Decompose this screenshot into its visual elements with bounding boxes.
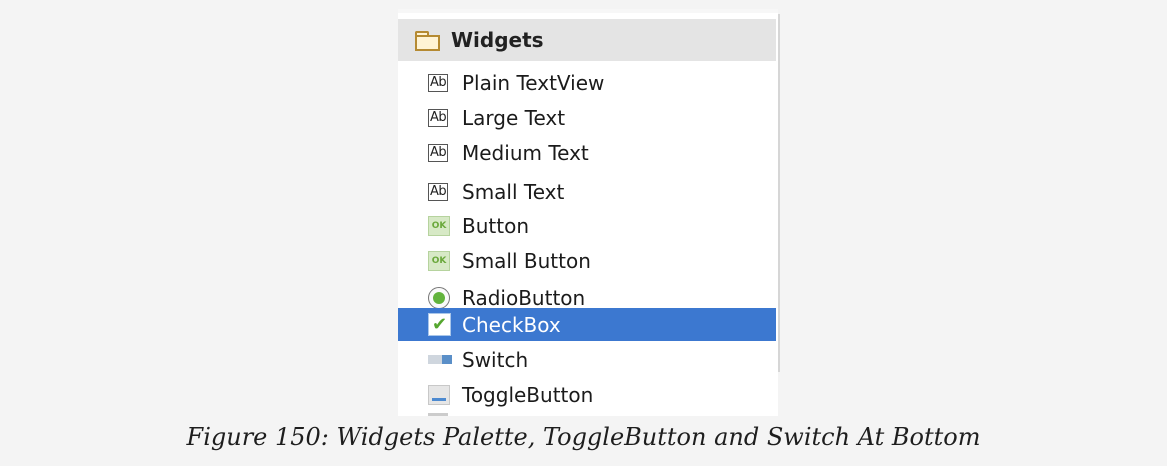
textview-icon: Ab: [428, 182, 449, 201]
palette-item-checkbox[interactable]: ✔ CheckBox: [398, 308, 776, 341]
palette-item-label: Large Text: [462, 105, 566, 130]
textview-icon: Ab: [428, 108, 449, 127]
palette-item-label: Medium Text: [462, 140, 589, 165]
palette-item-switch[interactable]: Switch: [398, 343, 776, 376]
widgets-palette: Widgets Ab Plain TextView Ab Large Text …: [398, 9, 778, 416]
partially-visible-item-icon: [428, 413, 448, 416]
textview-icon: Ab: [428, 73, 449, 92]
palette-item-label: Switch: [462, 347, 529, 372]
switch-icon: [428, 355, 452, 364]
radio-icon: [428, 286, 450, 309]
figure-caption: Figure 150: Widgets Palette, ToggleButto…: [186, 423, 981, 451]
palette-item-small-button[interactable]: OK Small Button: [398, 244, 776, 277]
category-label: Widgets: [451, 28, 544, 52]
button-icon: OK: [428, 250, 450, 271]
toggle-icon: [428, 384, 450, 405]
button-icon: OK: [428, 215, 450, 236]
palette-item-label: Button: [462, 213, 529, 238]
palette-item-label: Small Text: [462, 179, 565, 204]
palette-item-label: RadioButton: [462, 285, 586, 310]
palette-scrollbar-edge[interactable]: [778, 14, 780, 372]
palette-item-label: ToggleButton: [462, 382, 594, 407]
textview-icon: Ab: [428, 143, 449, 162]
checkbox-icon: ✔: [428, 313, 451, 336]
palette-item-togglebutton[interactable]: ToggleButton: [398, 378, 776, 411]
widgets-category-header[interactable]: Widgets: [398, 19, 776, 61]
palette-item-medium-text[interactable]: Ab Medium Text: [398, 136, 776, 169]
palette-item-button[interactable]: OK Button: [398, 209, 776, 242]
palette-item-label: Small Button: [462, 248, 591, 273]
folder-icon: [415, 31, 440, 51]
palette-item-plain-textview[interactable]: Ab Plain TextView: [398, 66, 776, 99]
palette-top-border: [398, 9, 778, 13]
palette-item-label: CheckBox: [462, 312, 561, 337]
palette-item-small-text[interactable]: Ab Small Text: [398, 175, 776, 208]
palette-item-large-text[interactable]: Ab Large Text: [398, 101, 776, 134]
palette-item-label: Plain TextView: [462, 70, 605, 95]
